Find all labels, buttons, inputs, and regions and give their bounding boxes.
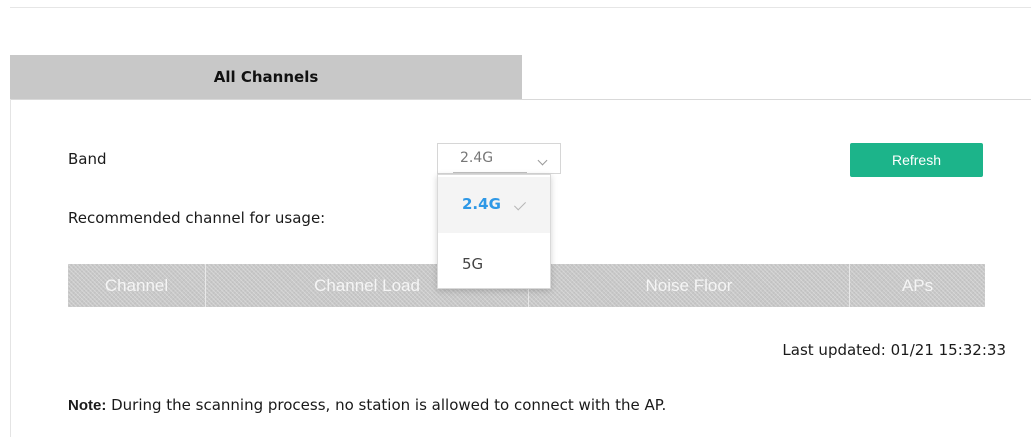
- panel-left-border: [10, 99, 11, 437]
- band-option-5g[interactable]: 5G: [438, 235, 550, 291]
- select-underline: [453, 172, 527, 173]
- last-updated-text: Last updated: 01/21 15:32:33: [782, 341, 1006, 359]
- column-header-noise-floor[interactable]: Noise Floor: [529, 264, 850, 307]
- band-option-label: 5G: [462, 255, 484, 273]
- chevron-down-icon: [537, 155, 548, 166]
- column-header-aps[interactable]: APs: [850, 264, 985, 307]
- band-dropdown-menu: 2.4G 5G: [437, 174, 551, 289]
- note-text: During the scanning process, no station …: [106, 396, 667, 414]
- band-select[interactable]: 2.4G: [437, 143, 561, 174]
- tab-all-channels[interactable]: All Channels: [10, 55, 522, 99]
- check-icon: [513, 198, 527, 211]
- band-label: Band: [68, 150, 107, 168]
- band-select-value: 2.4G: [460, 150, 494, 166]
- tab-strip: All Channels: [10, 55, 1031, 100]
- note-prefix: Note:: [68, 397, 107, 414]
- top-divider: [10, 7, 1031, 8]
- column-header-channel[interactable]: Channel: [68, 264, 206, 307]
- scan-note: Note: During the scanning process, no st…: [68, 396, 666, 414]
- band-option-2-4g[interactable]: 2.4G: [438, 177, 550, 233]
- band-option-label: 2.4G: [462, 195, 501, 213]
- refresh-button[interactable]: Refresh: [850, 143, 983, 177]
- recommended-channel-label: Recommended channel for usage:: [68, 209, 326, 227]
